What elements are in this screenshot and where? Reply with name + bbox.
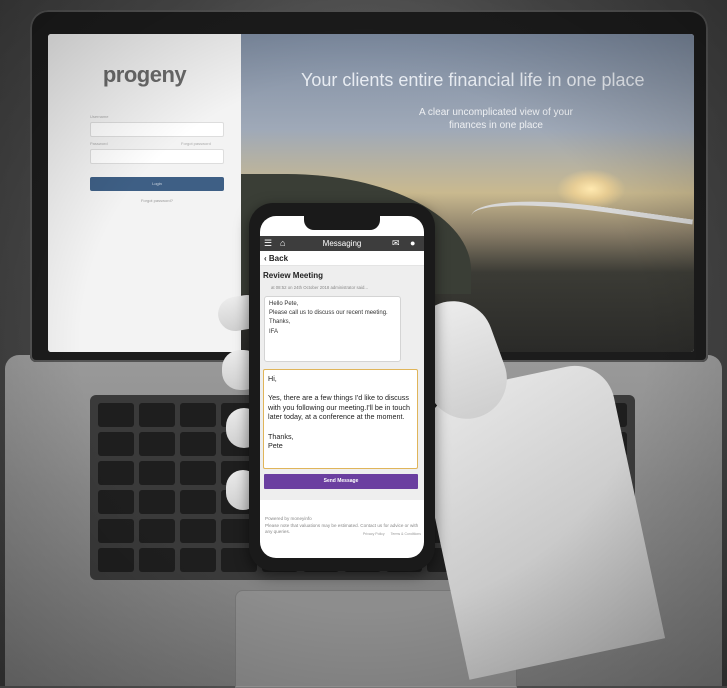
smartphone: ☰ ⌂ Messaging ✉ ● ‹ Back Review Meeting … <box>249 203 435 571</box>
message-line: Thanks, <box>269 319 291 326</box>
hero-subtitle: A clear uncomplicated view of your finan… <box>419 107 573 131</box>
keyboard-key <box>98 548 135 572</box>
footer-links: Privacy Policy Terms & Conditions <box>357 532 421 536</box>
keyboard-key <box>98 519 135 543</box>
keyboard-key <box>139 548 176 572</box>
reply-spacer <box>268 422 413 432</box>
keyboard-key <box>139 490 176 514</box>
keyboard-key <box>139 432 176 456</box>
progeny-logo: progeny <box>102 62 187 87</box>
username-field[interactable] <box>90 122 224 137</box>
app-header: ☰ ⌂ Messaging ✉ ● <box>260 236 424 251</box>
message-line: IFA <box>269 328 279 335</box>
reply-line: Hi, <box>268 374 277 383</box>
keyboard-key <box>180 490 217 514</box>
keyboard-key <box>139 403 176 427</box>
received-message: Hello Pete, Please call us to discuss ou… <box>264 296 401 362</box>
username-label: Username <box>90 114 109 119</box>
forgot-password-link[interactable]: Forgot password? <box>90 198 224 203</box>
keyboard-key <box>98 403 135 427</box>
message-meta: at 08:52 on 24th October 2018 administra… <box>271 285 368 290</box>
message-line: Hello Pete, <box>269 301 299 307</box>
reply-line: Thanks, <box>268 431 294 441</box>
message-line: Please call us to discuss our recent mee… <box>269 310 388 317</box>
password-field[interactable] <box>90 149 224 164</box>
keyboard-key <box>180 403 217 427</box>
phone-notch <box>304 216 380 230</box>
login-panel: progeny Username Password Forgot passwor… <box>48 34 241 352</box>
phone-screen: ☰ ⌂ Messaging ✉ ● ‹ Back Review Meeting … <box>260 216 424 558</box>
password-label: Password <box>90 141 108 146</box>
send-message-button[interactable]: Send Message <box>264 474 418 489</box>
reply-line: Yes, there are a few things I'd like to … <box>268 393 411 422</box>
keyboard-key <box>98 432 135 456</box>
reply-textarea[interactable]: Hi, Yes, there are a few things I'd like… <box>263 369 418 469</box>
keyboard-key <box>98 461 135 485</box>
keyboard-key <box>139 519 176 543</box>
keyboard-key <box>139 461 176 485</box>
back-link[interactable]: ‹ Back <box>260 251 424 266</box>
keyboard-key <box>180 548 217 572</box>
message-thread: Review Meeting at 08:52 on 24th October … <box>260 266 424 500</box>
user-icon[interactable]: ● <box>410 236 415 251</box>
login-button[interactable]: Login <box>90 177 224 191</box>
hero-title: Your clients entire financial life in on… <box>301 70 645 90</box>
back-label: Back <box>268 254 289 263</box>
privacy-link[interactable]: Privacy Policy <box>363 532 385 536</box>
forgot-password-label[interactable]: Forgot password <box>181 141 211 146</box>
keyboard-key <box>98 490 135 514</box>
reply-line: Pete <box>268 441 283 451</box>
mail-icon[interactable]: ✉ <box>392 236 400 251</box>
keyboard-key <box>180 519 217 543</box>
keyboard-key <box>180 461 217 485</box>
reply-spacer <box>268 384 413 394</box>
terms-link[interactable]: Terms & Conditions <box>391 532 421 536</box>
keyboard-key <box>180 432 217 456</box>
message-subject: Review Meeting <box>263 271 324 280</box>
